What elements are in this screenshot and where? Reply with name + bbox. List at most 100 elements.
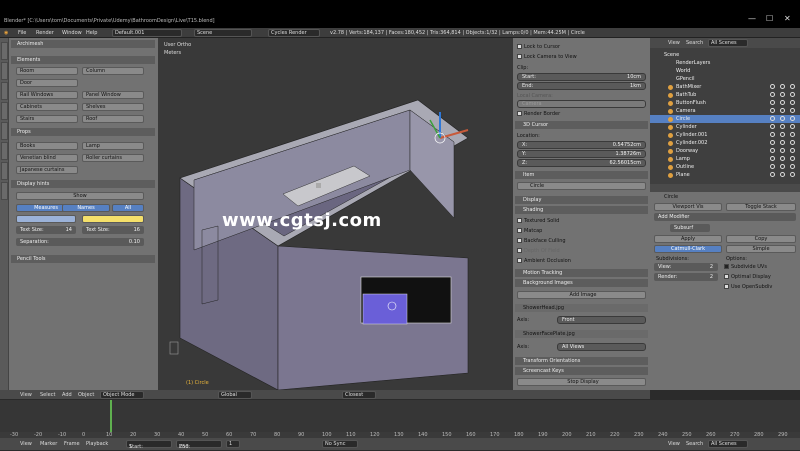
select-icon[interactable]	[780, 108, 785, 113]
image2-header[interactable]: ShowerFacePlate.jpg	[515, 330, 648, 338]
viewport-vis-button[interactable]: Viewport Vis	[654, 203, 722, 211]
viewport-menu-select[interactable]: Select	[40, 392, 55, 398]
display-hints-header[interactable]: Display hints	[11, 180, 155, 188]
cursor-x-field[interactable]: X: 0.54752cm	[517, 141, 646, 149]
render-icon[interactable]	[790, 116, 795, 121]
select-icon[interactable]	[780, 148, 785, 153]
render-icon[interactable]	[790, 84, 795, 89]
outliner-search-menu[interactable]: Search	[686, 40, 703, 46]
tab-relations[interactable]	[1, 82, 8, 100]
outliner-view-menu[interactable]: View	[668, 40, 680, 46]
japanese-curtains-button[interactable]: Japanese curtains	[16, 166, 78, 174]
props-header[interactable]: Props	[11, 128, 155, 136]
tab-create[interactable]	[1, 62, 8, 80]
text-size-names-field[interactable]: Text Size: 16	[82, 226, 144, 234]
select-icon[interactable]	[780, 92, 785, 97]
outliner-row-plane[interactable]: Plane	[650, 171, 800, 179]
select-icon[interactable]	[780, 84, 785, 89]
subdivide-uvs-checkbox[interactable]: Subdivide UVs	[724, 264, 767, 270]
render-icon[interactable]	[790, 172, 795, 177]
tab-animation[interactable]	[1, 102, 8, 120]
copy-button[interactable]: Copy	[726, 235, 796, 243]
matcap-checkbox[interactable]: Matcap	[517, 228, 542, 234]
visibility-icon[interactable]	[770, 172, 775, 177]
snap-selector[interactable]: Closest	[342, 391, 376, 399]
catmull-clark-toggle[interactable]: Catmull-Clark	[654, 245, 722, 253]
lock-camera-checkbox[interactable]: Lock Camera to View	[517, 54, 577, 60]
lamp-button[interactable]: Lamp	[82, 142, 144, 150]
render-icon[interactable]	[790, 108, 795, 113]
layout-selector[interactable]: Default.001	[112, 29, 182, 37]
outliner-row-bathmixer[interactable]: BathMixer	[650, 83, 800, 91]
minimize-button[interactable]: —	[748, 14, 756, 23]
archimesh-header[interactable]: Archimesh	[11, 40, 155, 48]
cabinets-button[interactable]: Cabinets	[16, 103, 78, 111]
room-button[interactable]: Room	[16, 67, 78, 75]
mode-selector[interactable]: Object Mode	[100, 391, 144, 399]
render-icon[interactable]	[790, 124, 795, 129]
select-icon[interactable]	[780, 172, 785, 177]
view-levels-field[interactable]: View: 2	[654, 263, 718, 271]
stop-display-button[interactable]: Stop Display	[517, 378, 646, 386]
tab-misc[interactable]	[1, 182, 8, 200]
venetian-blind-button[interactable]: Venetian blind	[16, 154, 78, 162]
item-header[interactable]: Item	[515, 171, 648, 179]
sync-selector[interactable]: No Sync	[322, 440, 358, 448]
outliner-row-renderlayers[interactable]: RenderLayers	[650, 59, 800, 67]
outliner-row-bathtub[interactable]: BathTub	[650, 91, 800, 99]
start-frame-field[interactable]: Start: 1	[126, 440, 172, 450]
timeline-menu-playback[interactable]: Playback	[86, 441, 108, 447]
visibility-icon[interactable]	[770, 84, 775, 89]
visibility-icon[interactable]	[770, 124, 775, 129]
roof-button[interactable]: Roof	[82, 115, 144, 123]
visibility-icon[interactable]	[770, 164, 775, 169]
scene-selector[interactable]: Scene	[194, 29, 252, 37]
panel-window-button[interactable]: Panel Window	[82, 91, 144, 99]
rail-windows-button[interactable]: Rail Windows	[16, 91, 78, 99]
properties-context-tabs[interactable]	[650, 184, 800, 192]
backface-culling-checkbox[interactable]: Backface Culling	[517, 238, 566, 244]
simple-toggle[interactable]: Simple	[726, 245, 796, 253]
menu-render[interactable]: Render	[36, 30, 54, 36]
render-icon[interactable]	[790, 156, 795, 161]
toggle-stack-button[interactable]: Toggle Stack	[726, 203, 796, 211]
visibility-icon[interactable]	[770, 148, 775, 153]
all-toggle[interactable]: All	[112, 204, 144, 212]
depth-of-field-checkbox[interactable]: Depth Of Field	[517, 248, 560, 254]
tab-grease-pencil[interactable]	[1, 142, 8, 160]
motion-tracking-header[interactable]: Motion Tracking	[515, 269, 648, 277]
door-button[interactable]: Door	[16, 79, 78, 87]
viewport-menu-object[interactable]: Object	[78, 392, 94, 398]
maximize-button[interactable]: ☐	[766, 14, 773, 23]
clip-end-field[interactable]: End: 1km	[517, 82, 646, 90]
render-icon[interactable]	[790, 164, 795, 169]
visibility-icon[interactable]	[770, 132, 775, 137]
books-button[interactable]: Books	[16, 142, 78, 150]
display-header[interactable]: Display	[515, 196, 648, 204]
render-icon[interactable]	[790, 140, 795, 145]
select-icon[interactable]	[780, 124, 785, 129]
render-levels-field[interactable]: Render: 2	[654, 273, 718, 281]
outliner-row-outline[interactable]: Outline	[650, 163, 800, 171]
shading-header[interactable]: Shading	[515, 206, 648, 214]
screencast-keys-header[interactable]: Screencast Keys	[515, 367, 648, 375]
visibility-icon[interactable]	[770, 108, 775, 113]
menu-help[interactable]: Help	[86, 30, 97, 36]
3d-cursor-header[interactable]: 3D Cursor	[515, 121, 648, 129]
visibility-icon[interactable]	[770, 100, 775, 105]
outliner-row-buttonflush[interactable]: ButtonFlush	[650, 99, 800, 107]
viewport-menu-add[interactable]: Add	[62, 392, 72, 398]
render-icon[interactable]	[790, 100, 795, 105]
current-frame-field[interactable]: 1	[226, 440, 240, 448]
image2-axis-selector[interactable]: All Views	[557, 343, 646, 351]
cursor-z-field[interactable]: Z: 62.56015cm	[517, 159, 646, 167]
orientation-selector[interactable]: Global	[218, 391, 252, 399]
visibility-icon[interactable]	[770, 116, 775, 121]
render-icon[interactable]	[790, 132, 795, 137]
select-icon[interactable]	[780, 140, 785, 145]
show-button[interactable]: Show	[16, 192, 144, 200]
tab-archimesh[interactable]	[1, 162, 8, 180]
visibility-icon[interactable]	[770, 140, 775, 145]
timeline-area[interactable]	[0, 400, 800, 432]
select-icon[interactable]	[780, 164, 785, 169]
